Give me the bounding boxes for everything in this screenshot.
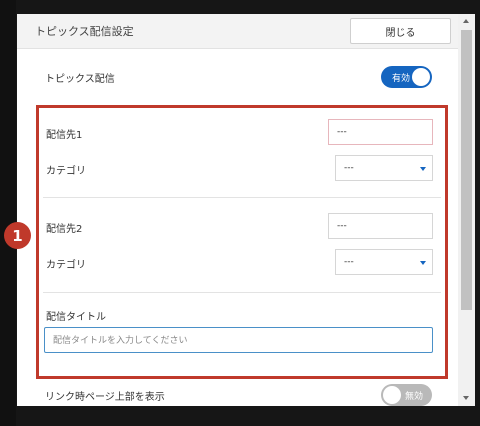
category2-label: カテゴリ — [46, 260, 86, 271]
distribution-title-label: 配信タイトル — [46, 312, 106, 323]
step-badge: 1 — [4, 222, 31, 249]
scrollbar[interactable] — [458, 14, 475, 406]
topics-label: トピックス配信 — [45, 74, 115, 85]
destination2-field[interactable]: --- — [328, 213, 433, 239]
toggle-knob — [383, 386, 401, 404]
dialog-title: トピックス配信設定 — [35, 25, 134, 38]
destination1-field[interactable]: --- — [328, 119, 433, 145]
chevron-down-icon — [420, 167, 426, 171]
background-left — [0, 0, 16, 426]
divider — [43, 197, 441, 198]
category2-value: --- — [344, 257, 354, 267]
topics-toggle[interactable]: 有効 — [381, 66, 432, 88]
topics-settings-dialog: トピックス配信設定 閉じる トピックス配信 有効 配信先1 --- カテゴリ -… — [17, 14, 475, 406]
chevron-down-icon — [420, 261, 426, 265]
background-bottom — [16, 406, 475, 426]
dialog-header: トピックス配信設定 閉じる — [17, 14, 458, 49]
link-top-label: リンク時ページ上部を表示 — [45, 392, 165, 403]
category1-value: --- — [344, 163, 354, 173]
topics-toggle-text: 有効 — [392, 74, 411, 84]
close-button[interactable]: 閉じる — [350, 18, 451, 44]
category2-select[interactable]: --- — [335, 249, 433, 275]
scroll-down-icon[interactable] — [463, 396, 469, 400]
background-right — [475, 0, 480, 426]
category1-select[interactable]: --- — [335, 155, 433, 181]
toggle-knob — [412, 68, 430, 86]
category1-label: カテゴリ — [46, 166, 86, 177]
scroll-up-icon[interactable] — [463, 19, 469, 23]
destination1-label: 配信先1 — [46, 130, 83, 141]
link-top-toggle-text: 無効 — [405, 392, 424, 402]
scrollbar-thumb[interactable] — [461, 30, 472, 310]
link-top-toggle[interactable]: 無効 — [381, 384, 432, 406]
divider — [43, 292, 441, 293]
distribution-title-field[interactable] — [44, 327, 433, 353]
destination2-label: 配信先2 — [46, 224, 83, 235]
distribution-title-input[interactable] — [51, 329, 425, 353]
